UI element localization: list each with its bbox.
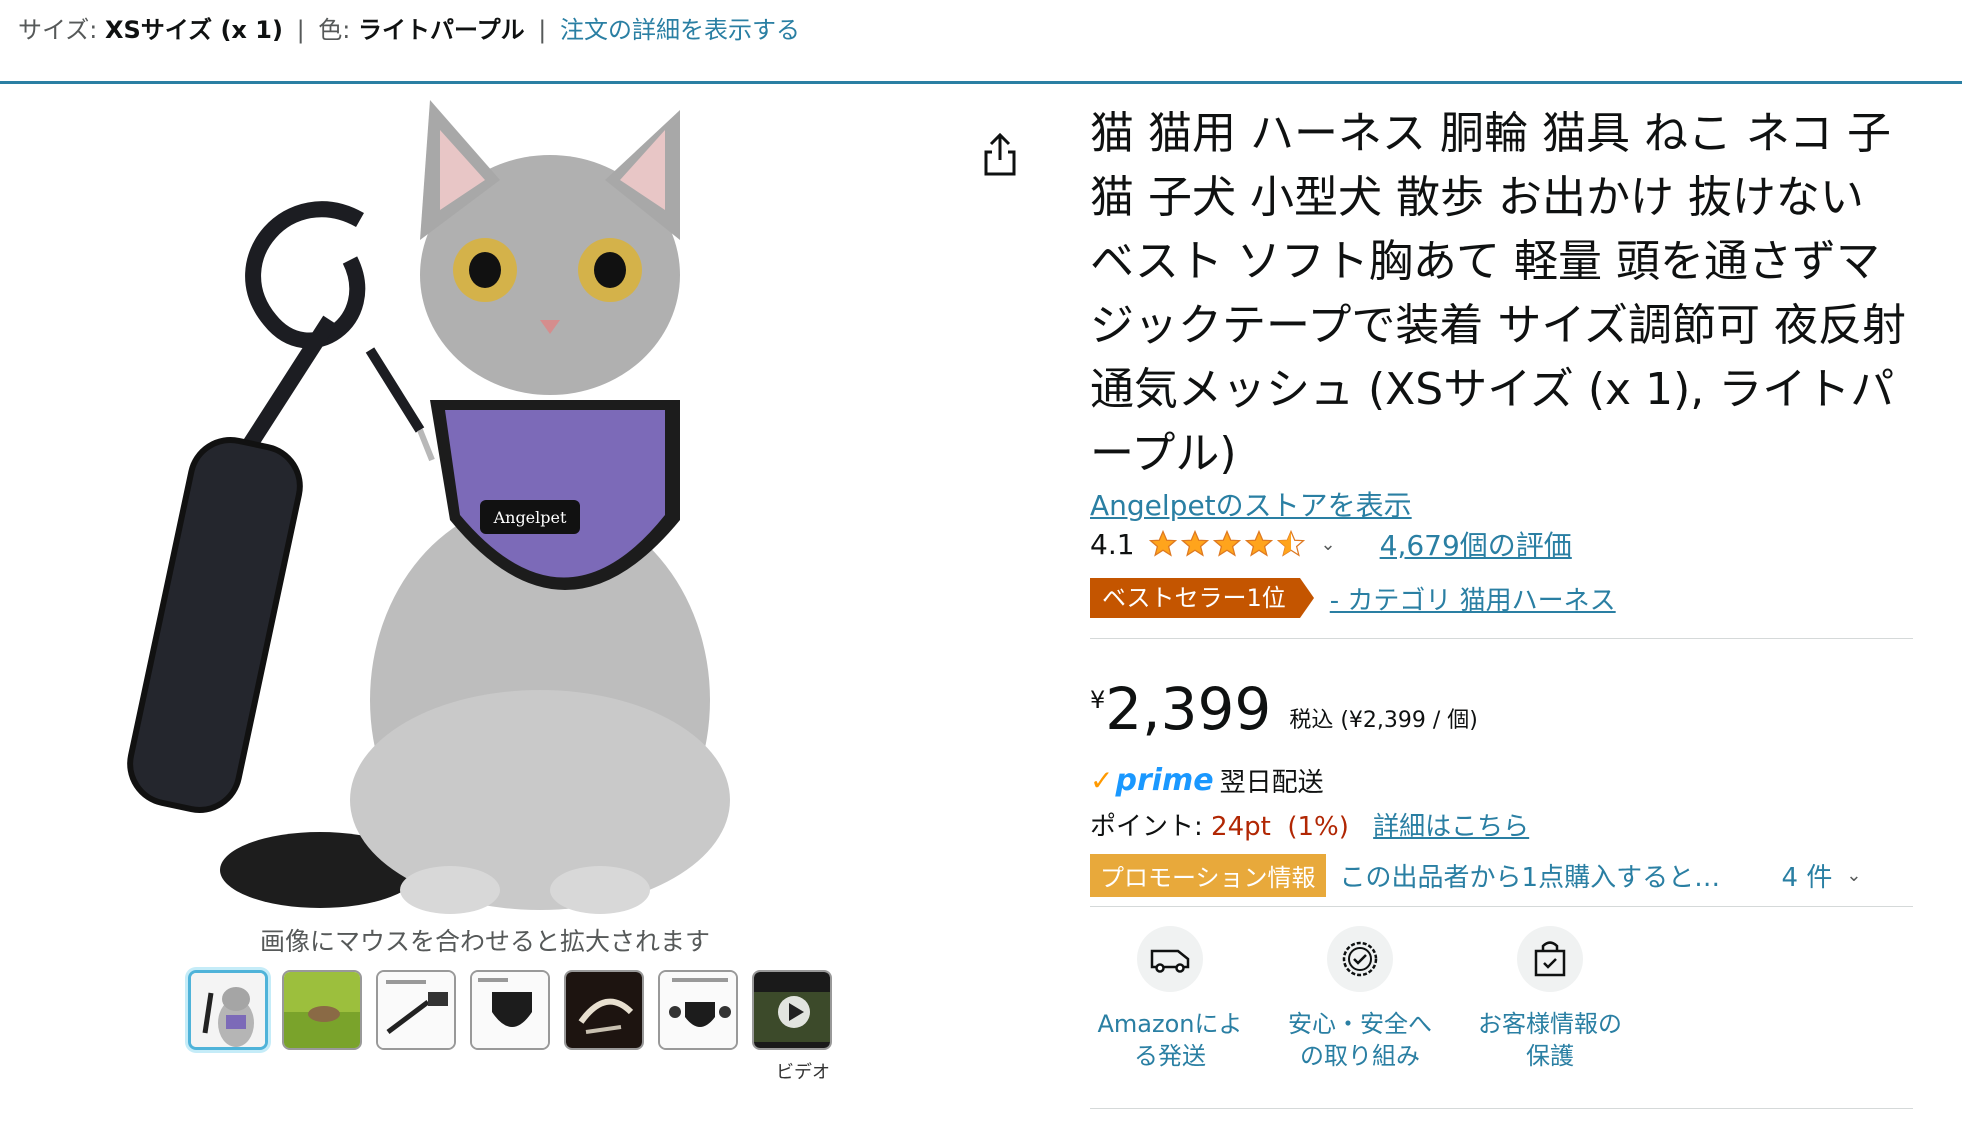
prime-logo[interactable]: prime — [1115, 763, 1213, 798]
rating-count-link[interactable]: 4,679個の評価 — [1380, 524, 1572, 564]
points-row: ポイント: 24pt (1%) 詳細はこちら — [1090, 806, 1529, 843]
promotion-count[interactable]: 4 件 — [1782, 857, 1833, 894]
thumbnail-6[interactable] — [658, 970, 738, 1050]
chevron-down-icon[interactable]: ⌄ — [1321, 534, 1336, 555]
feature-label[interactable]: 安心・安全への取り組み — [1280, 1008, 1440, 1072]
secure-bag-icon — [1517, 926, 1583, 992]
color-label: 色: — [318, 16, 351, 44]
price-amount: 2,399 — [1105, 675, 1272, 743]
size-value: XSサイズ (x 1) — [105, 16, 283, 44]
thumbnail-2[interactable] — [282, 970, 362, 1050]
divider — [1090, 1108, 1913, 1109]
thumbnail-3[interactable] — [376, 970, 456, 1050]
feature-fulfilled-by-amazon[interactable]: Amazonによる発送 — [1090, 926, 1250, 1072]
thumbnail-4[interactable] — [470, 970, 550, 1050]
video-label: ビデオ — [776, 1062, 830, 1083]
thumbnail-video[interactable] — [752, 970, 832, 1050]
points-value: 24pt (1%) — [1211, 812, 1349, 842]
points-label: ポイント: — [1090, 812, 1203, 842]
thumbnail-strip — [188, 970, 832, 1050]
badge-check-icon — [1327, 926, 1393, 992]
features-row: Amazonによる発送 安心・安全への取り組み お客様情報の保護 — [1090, 926, 1630, 1072]
svg-text:Angelpet: Angelpet — [493, 508, 567, 527]
promotion-text[interactable]: この出品者から1点購入すると… — [1340, 857, 1760, 894]
main-product-image[interactable]: Angelpet — [120, 100, 920, 920]
rating-row: 4.1 ⌄ 4,679個の評価 — [1090, 524, 1572, 564]
price-block: ¥ 2,399 税込 (¥2,399 / 個) — [1090, 672, 1478, 746]
feature-safety[interactable]: 安心・安全への取り組み — [1280, 926, 1440, 1072]
bestseller-badge: ベストセラー1位 — [1090, 578, 1314, 618]
star-icon — [1244, 529, 1273, 557]
store-link[interactable]: Angelpetのストアを表示 — [1090, 484, 1412, 524]
order-context-bar: サイズ: XSサイズ (x 1) | 色: ライトパープル | 注文の詳細を表示… — [0, 0, 1962, 84]
star-rating[interactable] — [1147, 529, 1307, 559]
feature-label[interactable]: お客様情報の保護 — [1470, 1008, 1630, 1072]
tax-note: 税込 (¥2,399 / 個) — [1289, 708, 1478, 733]
feature-privacy[interactable]: お客様情報の保護 — [1470, 926, 1630, 1072]
delivery-van-icon — [1137, 926, 1203, 992]
prime-delivery: 翌日配送 — [1219, 768, 1324, 798]
thumbnail-1[interactable] — [188, 970, 268, 1050]
separator: | — [296, 16, 305, 44]
share-icon[interactable] — [980, 132, 1020, 178]
divider — [1090, 906, 1913, 907]
rating-value: 4.1 — [1090, 527, 1135, 561]
bestseller-category-link[interactable]: - カテゴリ 猫用ハーネス — [1330, 580, 1616, 617]
thumbnail-5[interactable] — [564, 970, 644, 1050]
zoom-hint: 画像にマウスを合わせると拡大されます — [260, 927, 711, 956]
product-title: 猫 猫用 ハーネス 胴輪 猫具 ねこ ネコ 子猫 子犬 小型犬 散歩 お出かけ … — [1090, 108, 1907, 479]
half-star-icon — [1276, 529, 1305, 557]
prime-check-icon: ✓ — [1090, 764, 1114, 797]
promotion-row[interactable]: プロモーション情報 この出品者から1点購入すると… 4 件 ⌄ — [1090, 853, 1913, 897]
feature-label[interactable]: Amazonによる発送 — [1090, 1008, 1250, 1072]
points-details-link[interactable]: 詳細はこちら — [1373, 812, 1529, 842]
star-icon — [1180, 529, 1209, 557]
divider — [1090, 638, 1913, 639]
size-label: サイズ: — [18, 16, 98, 44]
star-icon — [1148, 529, 1177, 557]
star-icon — [1212, 529, 1241, 557]
color-value: ライトパープル — [358, 16, 525, 44]
separator: | — [538, 16, 547, 44]
currency-symbol: ¥ — [1090, 686, 1106, 714]
order-details-link[interactable]: 注文の詳細を表示する — [560, 16, 800, 44]
chevron-down-icon[interactable]: ⌄ — [1846, 865, 1861, 886]
prime-row: ✓ prime 翌日配送 — [1090, 762, 1324, 799]
bestseller-row: ベストセラー1位 - カテゴリ 猫用ハーネス — [1090, 578, 1616, 618]
order-breadcrumb: サイズ: XSサイズ (x 1) | 色: ライトパープル | 注文の詳細を表示… — [18, 10, 800, 45]
promotion-badge: プロモーション情報 — [1090, 853, 1326, 897]
